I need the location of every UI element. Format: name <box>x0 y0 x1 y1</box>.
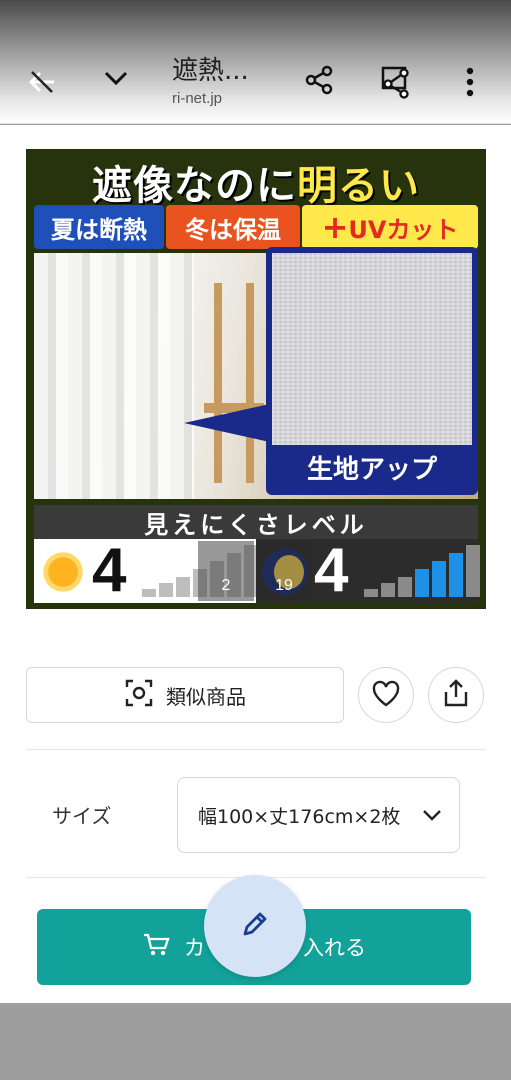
image-counter-left: 2 <box>198 541 254 601</box>
page-title: 遮熱... <box>172 56 249 86</box>
similar-products-label: 類似商品 <box>166 684 246 709</box>
fabric-closeup: 生地アップ <box>266 247 478 495</box>
callout-pointer <box>184 403 274 443</box>
similar-products-button[interactable]: 類似商品 <box>26 667 344 723</box>
day-level-number: 4 <box>92 536 127 605</box>
add-to-cart-label-right: 入れる <box>303 936 366 960</box>
add-to-cart-label-left: カ <box>184 936 205 960</box>
visual-search-icon <box>124 678 154 713</box>
share-button[interactable] <box>428 667 484 723</box>
top-bar: 遮熱... ri-net.jp <box>0 0 511 124</box>
chevron-down-icon[interactable] <box>98 60 134 96</box>
image-counter-right: 19 <box>256 541 312 601</box>
night-level-bars <box>364 545 480 597</box>
page-url: ri-net.jp <box>172 90 223 107</box>
chevron-down-icon <box>421 804 443 831</box>
sun-icon <box>40 549 86 595</box>
chair-graphic <box>214 283 254 483</box>
favorite-button[interactable] <box>358 667 414 723</box>
back-arrow-icon[interactable] <box>24 64 60 100</box>
product-image[interactable]: 遮像なのに明るい 夏は断熱 冬は保温 + UVカット 生地アップ 見えにくさレベル… <box>26 149 486 609</box>
band-summer: 夏は断熱 <box>34 205 164 249</box>
size-label: サイズ <box>52 804 112 828</box>
band-winter: 冬は保温 <box>166 205 300 249</box>
pencil-icon <box>239 908 271 944</box>
band-uv: + UVカット <box>302 205 478 249</box>
size-selected-value: 幅100×丈176cm×2枚 <box>198 805 401 828</box>
fabric-label: 生地アップ <box>272 445 472 489</box>
edit-fab[interactable] <box>204 875 306 977</box>
size-select[interactable]: 幅100×丈176cm×2枚 <box>177 777 460 853</box>
cart-icon <box>142 932 170 963</box>
share-screenshot-icon[interactable] <box>378 64 414 100</box>
divider <box>26 749 486 750</box>
more-vert-icon[interactable] <box>452 64 488 100</box>
visibility-level-title: 見えにくさレベル <box>34 505 478 539</box>
heart-icon <box>371 679 401 711</box>
product-page: 遮像なのに明るい 夏は断熱 冬は保温 + UVカット 生地アップ 見えにくさレベル… <box>0 125 511 1003</box>
night-level-number: 4 <box>314 536 349 605</box>
share-upload-icon <box>442 678 470 712</box>
curtain-photo: 生地アップ <box>34 247 478 499</box>
share-icon[interactable] <box>301 62 337 98</box>
image-headline: 遮像なのに明るい <box>92 163 420 209</box>
curtain-graphic <box>34 253 194 499</box>
